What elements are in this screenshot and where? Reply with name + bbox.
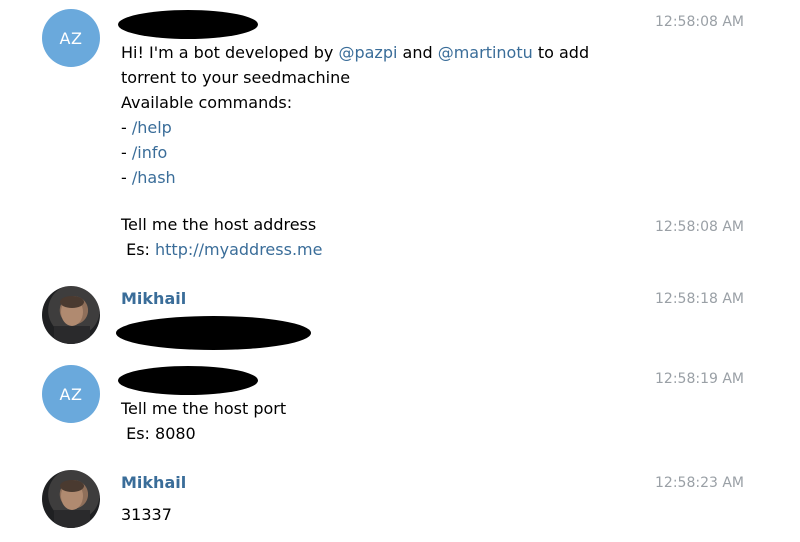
user-photo-icon bbox=[54, 296, 90, 344]
list-dash: - bbox=[121, 168, 132, 187]
message-text: Hi! I'm a bot developed by bbox=[121, 43, 339, 62]
user-photo-icon[interactable] bbox=[42, 286, 100, 344]
command-link-help[interactable]: /help bbox=[132, 118, 172, 137]
mention-link-pazpi[interactable]: @pazpi bbox=[338, 43, 397, 62]
command-link-info[interactable]: /info bbox=[132, 143, 167, 162]
list-dash: - bbox=[121, 118, 132, 137]
message-timestamp: 12:58:23 AM bbox=[655, 475, 744, 491]
sender-name[interactable]: Mikhail bbox=[121, 473, 186, 492]
message-text-line: 31337 bbox=[121, 505, 172, 524]
bot-avatar[interactable]: AZ bbox=[42, 9, 100, 67]
avatar-initials: AZ bbox=[59, 28, 83, 48]
mention-link-martinotu[interactable]: @martinotu bbox=[438, 43, 533, 62]
message-timestamp: 12:58:18 AM bbox=[655, 291, 744, 307]
command-list-item: - /info bbox=[121, 140, 167, 165]
message-text: to add bbox=[532, 43, 590, 62]
message-text: Es: bbox=[121, 240, 156, 259]
message-text: and bbox=[397, 43, 438, 62]
example-url-link[interactable]: http://myaddress.me bbox=[155, 240, 322, 259]
message-text-line: Es: 8080 bbox=[121, 424, 196, 443]
user-photo-icon[interactable] bbox=[42, 470, 100, 528]
message-text-line: Tell me the host port bbox=[121, 399, 287, 418]
avatar-initials: AZ bbox=[59, 384, 83, 404]
message-text-line: Tell me the host address bbox=[121, 215, 317, 234]
message-timestamp: 12:58:08 AM bbox=[655, 219, 744, 235]
redacted-sender-name bbox=[118, 366, 258, 395]
chat-history: AZ 12:58:08 AM Hi! I'm a bot developed b… bbox=[0, 0, 800, 542]
sender-name[interactable]: Mikhail bbox=[121, 289, 186, 308]
message-timestamp: 12:58:08 AM bbox=[655, 14, 744, 30]
command-link-hash[interactable]: /hash bbox=[132, 168, 176, 187]
bot-avatar[interactable]: AZ bbox=[42, 365, 100, 423]
list-dash: - bbox=[121, 143, 132, 162]
message-timestamp: 12:58:19 AM bbox=[655, 371, 744, 387]
command-list-item: - /hash bbox=[121, 165, 176, 190]
message-text-line: Es: http://myaddress.me bbox=[121, 237, 322, 262]
message-text-line: Hi! I'm a bot developed by @pazpi and @m… bbox=[121, 40, 589, 65]
redacted-sender-name bbox=[118, 10, 258, 39]
message-text-line: Available commands: bbox=[121, 93, 293, 112]
user-photo-icon bbox=[54, 480, 90, 528]
redacted-message-text bbox=[116, 316, 311, 350]
message-text-line: torrent to your seedmachine bbox=[121, 68, 351, 87]
command-list-item: - /help bbox=[121, 115, 172, 140]
